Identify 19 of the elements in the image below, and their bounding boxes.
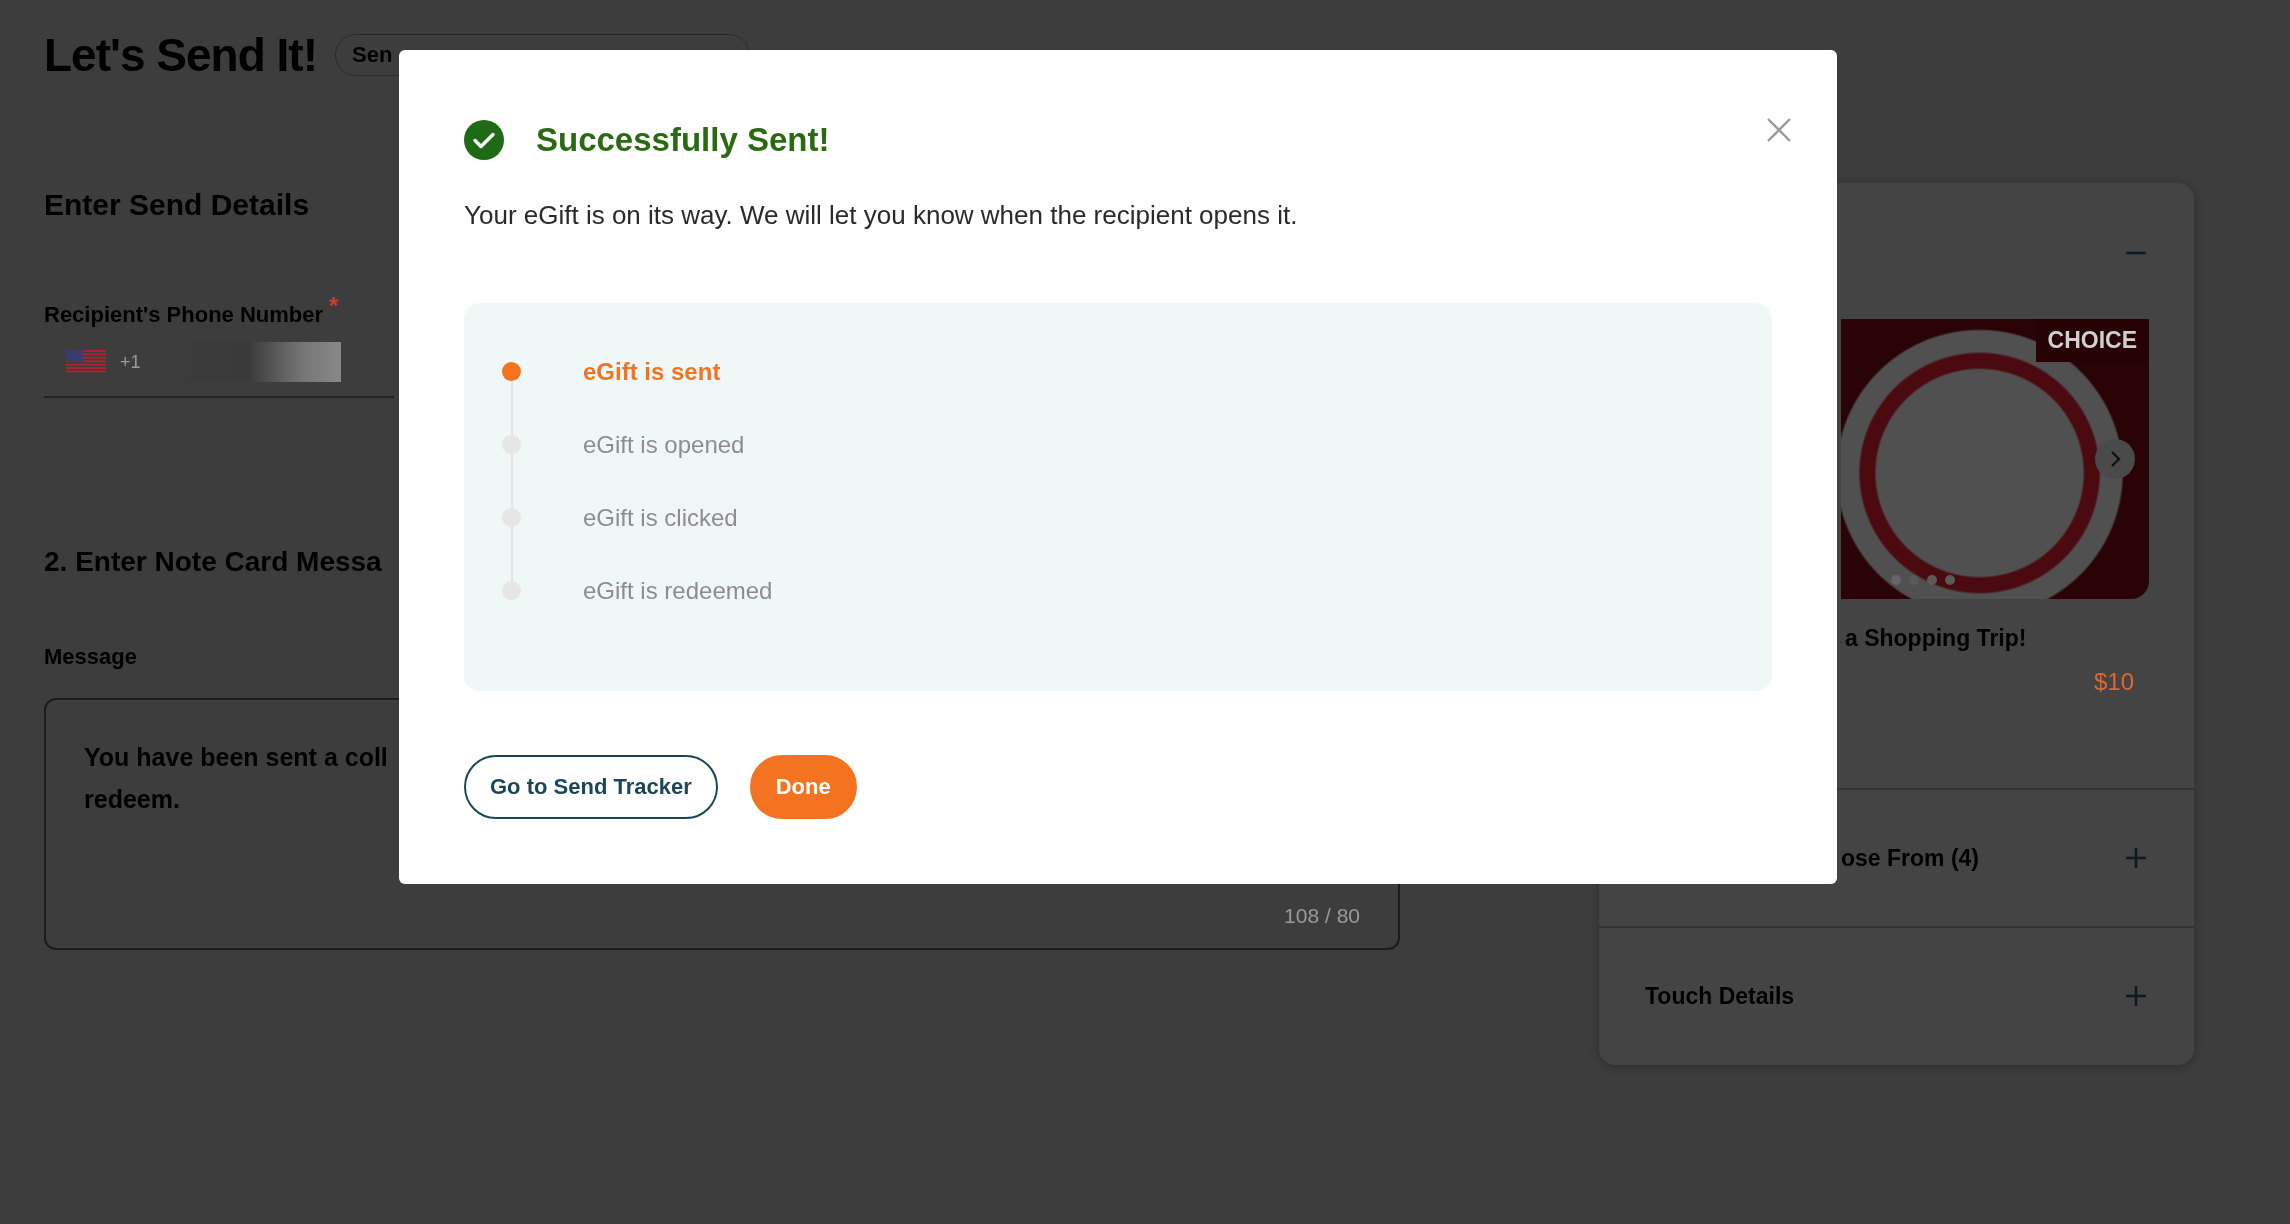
gift-price: $10: [2093, 668, 2134, 696]
status-label: eGift is opened: [583, 430, 745, 459]
dialog-title: Successfully Sent!: [536, 121, 830, 159]
message-text: You have been sent a coll: [84, 742, 388, 773]
page-title: Let's Send It!: [44, 28, 317, 82]
section-heading: Enter Send Details: [44, 188, 310, 222]
status-label: eGift is redeemed: [583, 576, 773, 605]
required-mark: *: [329, 292, 339, 321]
field-label: Recipient's Phone Number: [44, 302, 324, 328]
message-text: redeem.: [84, 784, 180, 815]
dial-code: +1: [120, 351, 141, 373]
section-heading: 2. Enter Note Card Messa: [44, 546, 382, 578]
character-counter: 108 / 80: [1284, 904, 1360, 928]
choice-badge: CHOICE: [2035, 319, 2149, 362]
gift-title: a Shopping Trip!: [1845, 625, 2027, 652]
field-label: Message: [44, 644, 137, 670]
status-label: eGift is sent: [583, 357, 721, 386]
status-label: eGift is clicked: [583, 503, 738, 532]
dialog-message: Your eGift is on its way. We will let you know when the recipient opens it.: [464, 200, 1299, 231]
